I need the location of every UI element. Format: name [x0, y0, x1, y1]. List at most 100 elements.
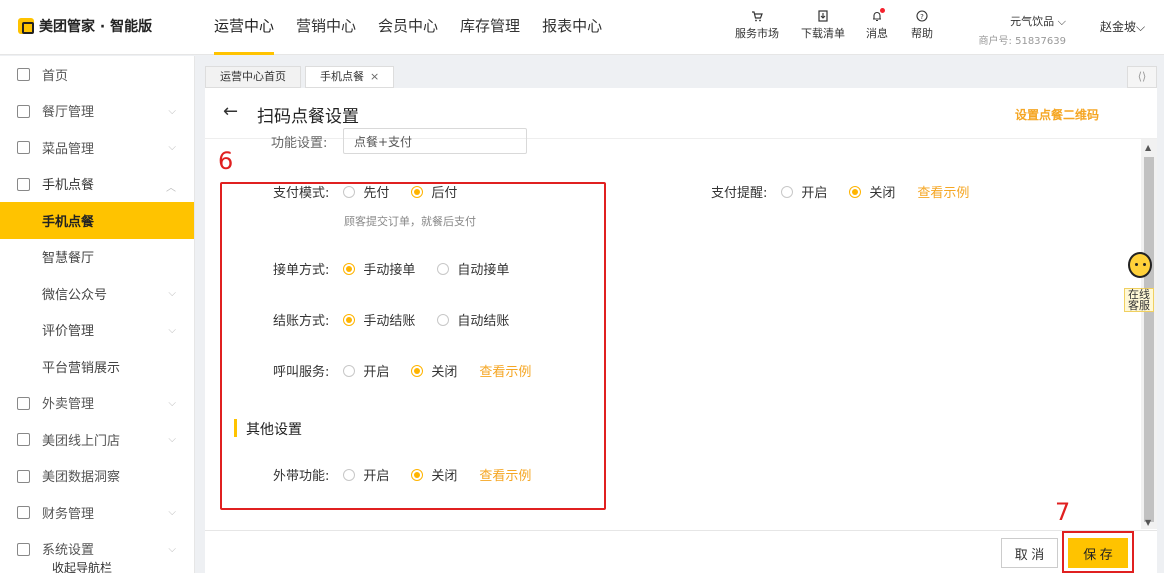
- chevron-down-icon: ⌵: [168, 434, 176, 445]
- download-list-button[interactable]: 下载清单: [792, 10, 854, 41]
- bell-icon: [871, 8, 885, 22]
- content-scrollbar[interactable]: ▲ ▼: [1141, 139, 1157, 529]
- accept-order-label: 接单方式:: [273, 263, 330, 278]
- sidebar-item-mobile-ordering[interactable]: 手机点餐 ︿: [0, 166, 194, 203]
- payment-mode-label: 支付模式:: [273, 186, 330, 201]
- collapse-nav-button[interactable]: 收起导航栏: [0, 559, 194, 573]
- call-service-label: 呼叫服务:: [273, 365, 330, 380]
- checkout-auto-radio[interactable]: 自动结账: [437, 310, 509, 329]
- takeaway-on-radio[interactable]: 开启: [343, 465, 389, 484]
- main-nav: 运营中心 营销中心 会员中心 库存管理 报表中心: [214, 0, 602, 55]
- store-switcher[interactable]: 元气饮品 ⌵ 商户号: 51837639: [978, 13, 1066, 47]
- sidebar-item-home[interactable]: 首页: [0, 56, 194, 93]
- top-bar: 美团管家 · 智能版 运营中心 营销中心 会员中心 库存管理 报表中心 服务市场…: [0, 0, 1164, 55]
- chevron-down-icon: ⌵: [168, 397, 176, 409]
- chevron-down-icon: ⌵: [168, 142, 176, 153]
- download-icon: [818, 10, 828, 22]
- help-icon: ?: [916, 10, 928, 22]
- pay-reminder-example-link[interactable]: 查看示例: [917, 182, 969, 201]
- messages-button[interactable]: 消息: [854, 8, 900, 41]
- takeaway-off-radio[interactable]: 关闭: [411, 465, 457, 484]
- annotation-number-7: 7: [1055, 498, 1071, 526]
- help-button[interactable]: ? 帮助: [900, 10, 944, 41]
- payment-prepay-radio[interactable]: 先付: [343, 182, 389, 201]
- online-support-widget[interactable]: 在线客服: [1124, 252, 1154, 312]
- checkout-manual-radio[interactable]: 手动结账: [343, 310, 415, 329]
- service-market-button[interactable]: 服务市场: [722, 10, 792, 41]
- restaurant-icon: [17, 104, 30, 118]
- other-settings-heading: 其他设置: [234, 419, 302, 438]
- cart-icon: [752, 11, 763, 22]
- sidebar-subitem-platform-marketing[interactable]: 平台营销展示: [0, 348, 194, 385]
- gear-icon: [17, 542, 30, 556]
- user-menu[interactable]: 赵金坡⌵: [1100, 18, 1145, 35]
- feature-setting-select[interactable]: 点餐+支付: [343, 128, 527, 154]
- sidebar-subitem-wechat[interactable]: 微信公众号 ⌵: [0, 275, 194, 312]
- tab-menu-icon[interactable]: ⟨⟩: [1127, 66, 1157, 88]
- takeaway-label: 外带功能:: [273, 469, 330, 484]
- feature-setting-row: 功能设置: 点餐+支付: [271, 128, 531, 154]
- chevron-down-icon: ⌵: [168, 324, 176, 336]
- sidebar: 首页 餐厅管理 ⌵ 菜品管理 ⌵ 手机点餐 ︿ 手机点餐 智慧餐厅 微信公众号 ⌵ 评价…: [0, 56, 195, 573]
- payment-mode-hint: 顾客提交订单，就餐后支付: [344, 215, 476, 228]
- payment-mode-row: 支付模式: 先付 后付: [273, 182, 457, 201]
- call-service-example-link[interactable]: 查看示例: [479, 361, 531, 380]
- dish-icon: [17, 141, 30, 154]
- nav-marketing[interactable]: 营销中心: [296, 0, 356, 55]
- accept-order-row: 接单方式: 手动接单 自动接单: [273, 259, 509, 278]
- nav-operations[interactable]: 运营中心: [214, 0, 275, 55]
- takeaway-row: 外带功能: 开启 关闭 查看示例: [273, 465, 531, 484]
- feature-setting-label: 功能设置:: [271, 136, 328, 151]
- support-label: 在线客服: [1124, 288, 1154, 312]
- brand-name: 美团管家 · 智能版: [39, 19, 153, 35]
- sidebar-item-data-insight[interactable]: 美团数据洞察: [0, 458, 194, 495]
- header-tools: 服务市场 下载清单 消息 ? 帮助: [722, 8, 944, 41]
- sidebar-item-dishes[interactable]: 菜品管理 ⌵: [0, 129, 194, 166]
- chevron-down-icon: ⌵: [168, 105, 176, 117]
- chevron-down-icon: ⌵: [1136, 20, 1146, 34]
- tab-operations-home[interactable]: 运营中心首页: [205, 66, 301, 88]
- payment-postpay-radio[interactable]: 后付: [411, 182, 457, 201]
- brand-logo[interactable]: 美团管家 · 智能版: [18, 16, 152, 36]
- call-service-off-radio[interactable]: 关闭: [411, 361, 457, 380]
- scroll-down-icon[interactable]: ▼: [1145, 518, 1151, 527]
- cancel-button[interactable]: 取 消: [1001, 538, 1058, 568]
- sidebar-subitem-mobile-ordering[interactable]: 手机点餐: [0, 202, 194, 239]
- sidebar-item-finance[interactable]: 财务管理 ⌵: [0, 494, 194, 531]
- home-icon: [17, 68, 30, 81]
- sidebar-item-restaurant[interactable]: 餐厅管理 ⌵: [0, 93, 194, 130]
- checkout-row: 结账方式: 手动结账 自动结账: [273, 310, 509, 329]
- close-icon[interactable]: ×: [370, 70, 379, 83]
- tablet-icon: [17, 177, 30, 191]
- store-name: 元气饮品 ⌵: [1010, 15, 1066, 28]
- sidebar-item-online-store[interactable]: 美团线上门店 ⌵: [0, 421, 194, 458]
- scrollbar-thumb[interactable]: [1144, 157, 1154, 522]
- accept-auto-radio[interactable]: 自动接单: [437, 259, 509, 278]
- page-tabs: 运营中心首页 手机点餐 ×: [205, 66, 395, 88]
- setup-qr-code-link[interactable]: 设置点餐二维码: [1015, 106, 1099, 123]
- support-avatar-icon: [1128, 252, 1152, 278]
- nav-members[interactable]: 会员中心: [378, 0, 438, 55]
- brand-logo-icon: [18, 18, 34, 34]
- save-button[interactable]: 保 存: [1068, 538, 1128, 568]
- sidebar-subitem-reviews[interactable]: 评价管理 ⌵: [0, 312, 194, 349]
- scroll-up-icon[interactable]: ▲: [1145, 143, 1151, 152]
- sidebar-subitem-smart-restaurant[interactable]: 智慧餐厅: [0, 239, 194, 276]
- store-icon: [17, 433, 30, 446]
- tab-mobile-ordering[interactable]: 手机点餐 ×: [305, 66, 395, 88]
- pay-reminder-label: 支付提醒:: [711, 186, 768, 201]
- pay-reminder-on-radio[interactable]: 开启: [781, 182, 827, 201]
- chevron-down-icon: ⌵: [168, 543, 176, 555]
- nav-reports[interactable]: 报表中心: [542, 0, 602, 55]
- back-arrow-icon[interactable]: ←: [223, 101, 238, 122]
- store-id: 商户号: 51837639: [978, 36, 1066, 47]
- nav-inventory[interactable]: 库存管理: [460, 0, 520, 55]
- takeout-icon: [17, 396, 30, 410]
- unread-dot: [880, 8, 885, 13]
- sidebar-item-takeout[interactable]: 外卖管理 ⌵: [0, 385, 194, 422]
- call-service-on-radio[interactable]: 开启: [343, 361, 389, 380]
- accept-manual-radio[interactable]: 手动接单: [343, 259, 415, 278]
- chevron-down-icon: ⌵: [1057, 15, 1066, 28]
- takeaway-example-link[interactable]: 查看示例: [479, 465, 531, 484]
- pay-reminder-off-radio[interactable]: 关闭: [849, 182, 895, 201]
